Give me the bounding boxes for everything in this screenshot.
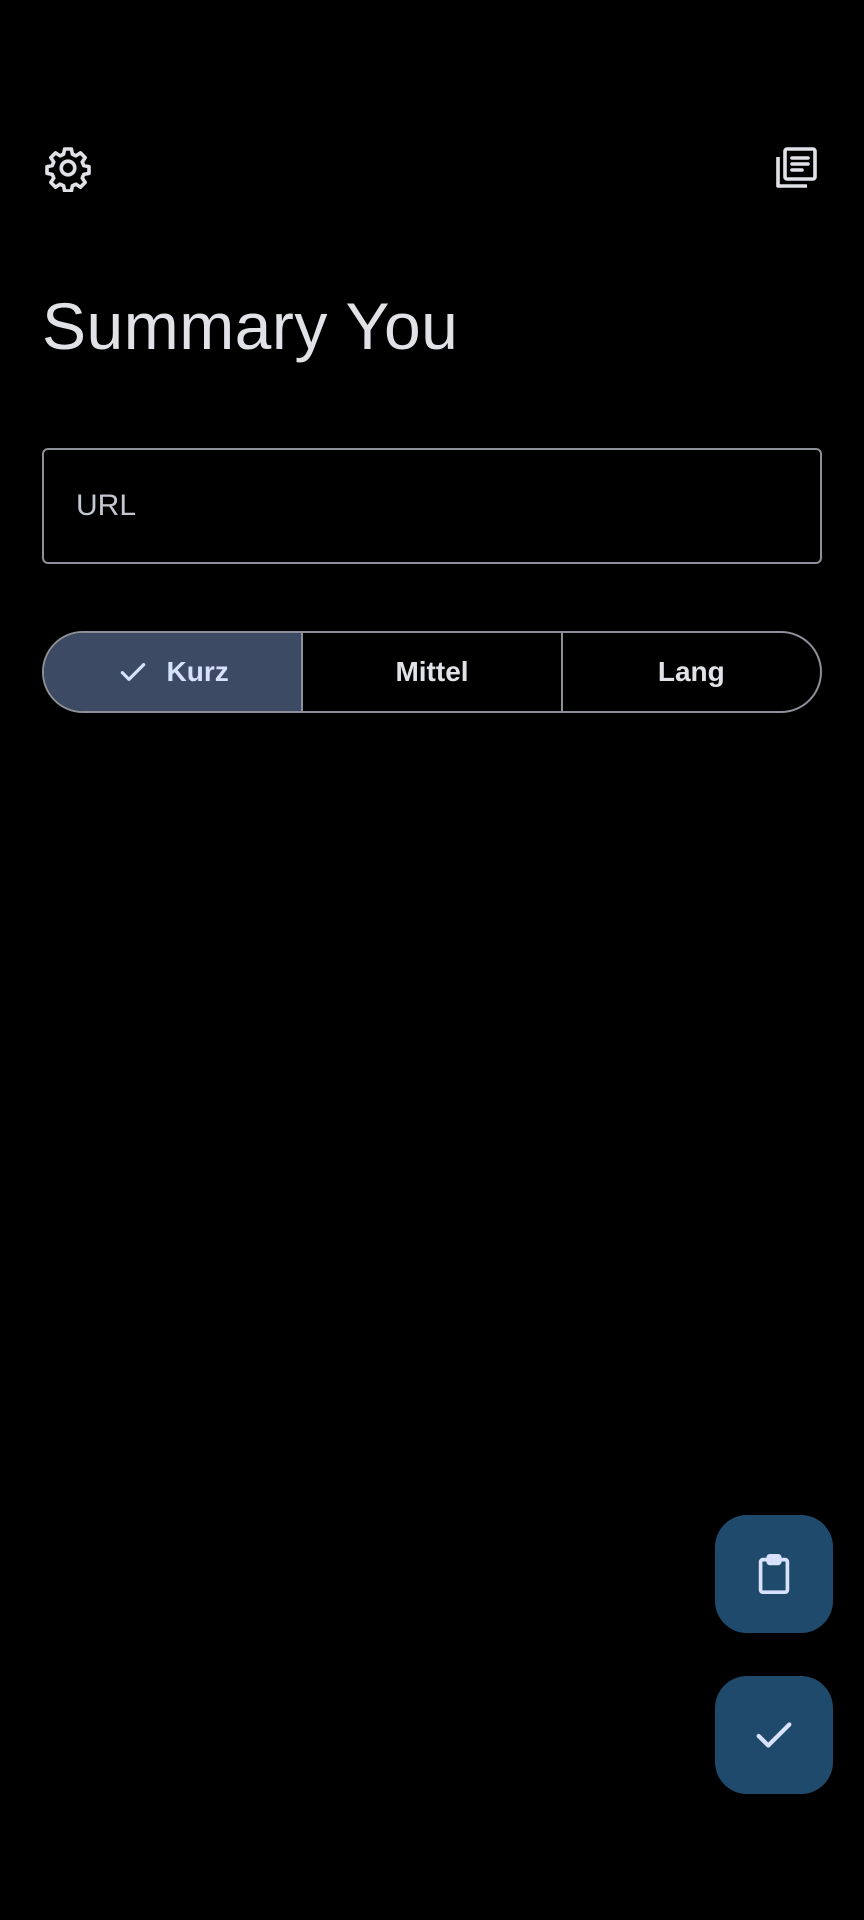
segment-kurz[interactable]: Kurz [44,633,304,711]
article-list-icon [776,147,817,188]
clipboard-icon [758,1553,790,1595]
paste-button[interactable] [715,1515,833,1633]
history-button[interactable] [764,136,828,200]
page-title: Summary You [42,289,459,363]
summarize-button[interactable] [715,1676,833,1794]
segment-label: Mittel [395,656,469,687]
segment-label: Kurz [166,656,229,687]
gear-icon [45,147,91,192]
segment-lang[interactable]: Lang [563,633,820,711]
check-icon [120,663,145,681]
segment-label: Lang [657,656,725,687]
url-input[interactable] [42,448,822,564]
settings-button[interactable] [36,136,100,200]
check-icon [756,1722,792,1748]
segment-mittel[interactable]: Mittel [303,633,563,711]
summary-length-selector: Kurz Mittel Lang [42,631,822,713]
